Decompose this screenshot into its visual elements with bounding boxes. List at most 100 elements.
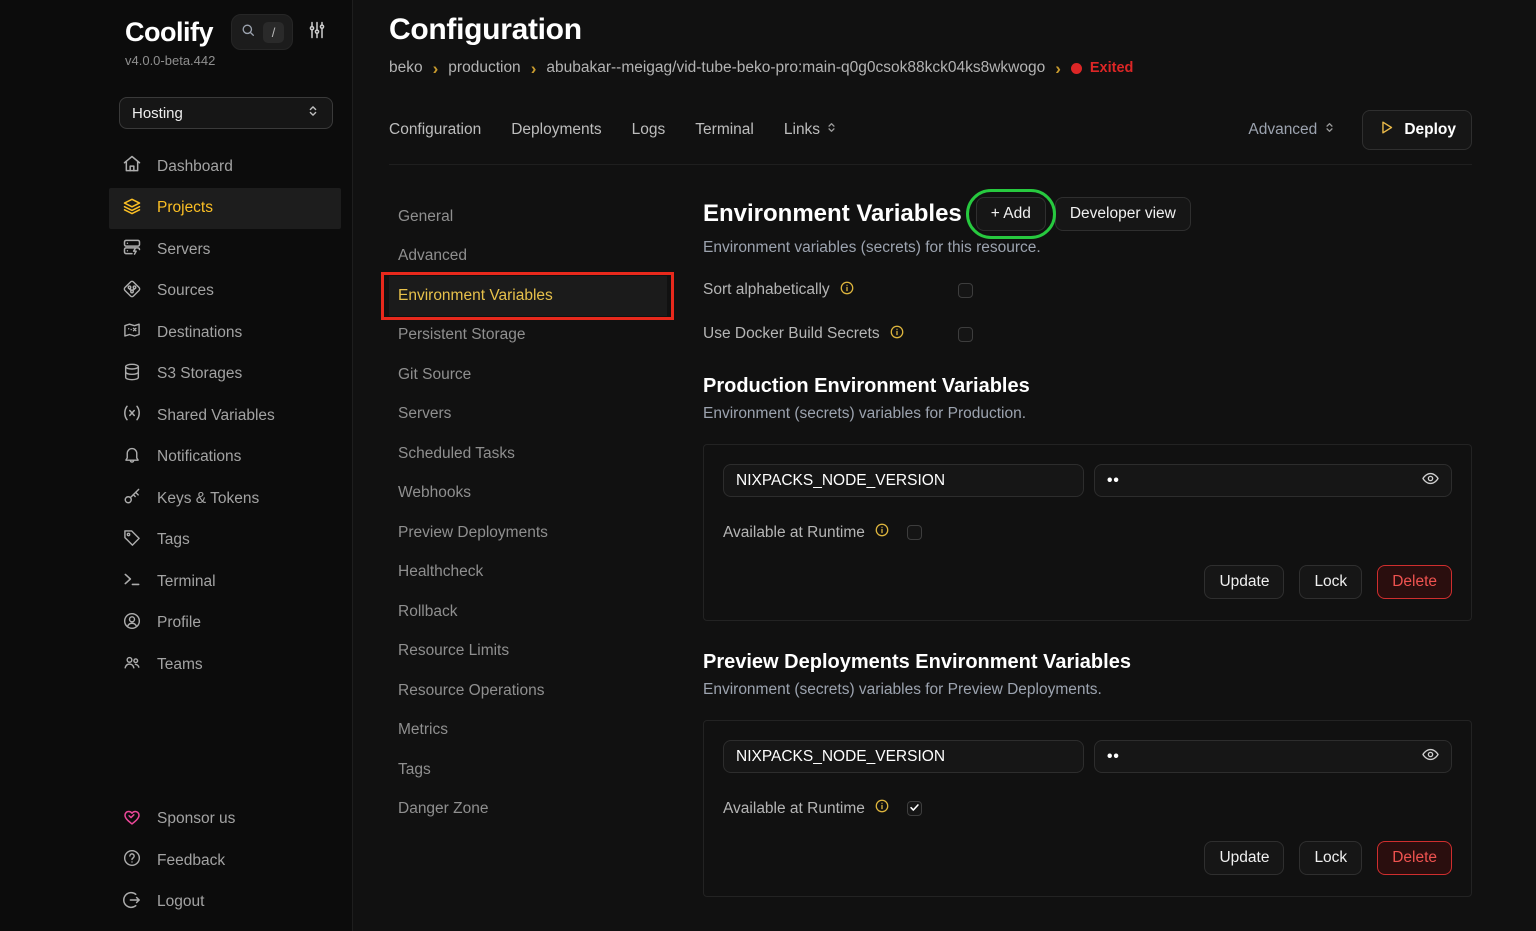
- variable-value-text: ••: [1107, 748, 1120, 766]
- add-variable-button[interactable]: + Add: [976, 197, 1046, 231]
- subnav-item-tags[interactable]: Tags: [389, 750, 667, 790]
- info-icon[interactable]: [874, 798, 890, 819]
- subnav-item-webhooks[interactable]: Webhooks: [389, 474, 667, 514]
- sidebar-item-label: Shared Variables: [157, 407, 275, 425]
- docker-build-secrets-label: Use Docker Build Secrets: [703, 325, 880, 343]
- subnav-item-environment-variables[interactable]: Environment Variables: [389, 276, 667, 316]
- sidebar-item-label: Profile: [157, 614, 201, 632]
- variable-name-input[interactable]: NIXPACKS_NODE_VERSION: [723, 464, 1084, 497]
- map-icon: [122, 320, 142, 345]
- subnav-item-resource-limits[interactable]: Resource Limits: [389, 632, 667, 672]
- search-button[interactable]: /: [231, 14, 293, 50]
- status-badge: Exited: [1071, 60, 1134, 76]
- subnav-item-resource-operations[interactable]: Resource Operations: [389, 671, 667, 711]
- developer-view-button[interactable]: Developer view: [1055, 197, 1191, 231]
- breadcrumb-environment[interactable]: production: [448, 59, 520, 77]
- play-icon: [1378, 119, 1395, 141]
- status-dot-icon: [1071, 63, 1082, 74]
- sidebar-item-projects[interactable]: Projects: [109, 188, 341, 230]
- tab-deployments[interactable]: Deployments: [511, 121, 601, 139]
- panel-subtitle: Environment variables (secrets) for this…: [703, 239, 1472, 257]
- preview-section-title: Preview Deployments Environment Variable…: [703, 651, 1472, 674]
- chevron-updown-icon: [825, 121, 838, 139]
- info-icon[interactable]: [839, 280, 855, 301]
- database-icon: [122, 362, 142, 387]
- sidebar-item-feedback[interactable]: Feedback: [109, 840, 341, 882]
- lock-button[interactable]: Lock: [1299, 565, 1362, 599]
- sidebar-item-shared-variables[interactable]: Shared Variables: [109, 395, 341, 437]
- advanced-dropdown[interactable]: Advanced: [1248, 121, 1336, 139]
- subnav-item-preview-deployments[interactable]: Preview Deployments: [389, 513, 667, 553]
- tab-terminal[interactable]: Terminal: [695, 121, 754, 139]
- subnav-item-metrics[interactable]: Metrics: [389, 711, 667, 751]
- sidebar-item-label: Feedback: [157, 852, 225, 870]
- info-icon[interactable]: [874, 522, 890, 543]
- update-button[interactable]: Update: [1204, 841, 1284, 875]
- environment-variables-panel: Environment Variables + Add Developer vi…: [703, 197, 1472, 897]
- subnav-item-advanced[interactable]: Advanced: [389, 237, 667, 277]
- runtime-label: Available at Runtime: [723, 800, 865, 818]
- chevron-updown-icon: [1323, 121, 1336, 139]
- house-icon: [122, 154, 142, 179]
- question-circle-icon: [122, 848, 142, 873]
- tab-logs[interactable]: Logs: [632, 121, 666, 139]
- sidebar-item-label: Sponsor us: [157, 810, 235, 828]
- update-button[interactable]: Update: [1204, 565, 1284, 599]
- subnav-item-general[interactable]: General: [389, 197, 667, 237]
- subnav-item-danger-zone[interactable]: Danger Zone: [389, 790, 667, 830]
- sidebar-item-label: Logout: [157, 893, 204, 911]
- tab-links-label: Links: [784, 121, 820, 139]
- subnav-item-git-source[interactable]: Git Source: [389, 355, 667, 395]
- delete-button[interactable]: Delete: [1377, 841, 1452, 875]
- subnav-item-persistent-storage[interactable]: Persistent Storage: [389, 316, 667, 356]
- lock-button[interactable]: Lock: [1299, 841, 1362, 875]
- eye-icon[interactable]: [1421, 745, 1440, 769]
- team-select[interactable]: Hosting: [119, 97, 333, 129]
- deploy-button[interactable]: Deploy: [1362, 110, 1472, 150]
- breadcrumb-team[interactable]: beko: [389, 59, 423, 77]
- sort-alphabetically-checkbox[interactable]: [958, 283, 973, 298]
- runtime-checkbox[interactable]: [907, 525, 922, 540]
- app-logo[interactable]: Coolify: [125, 17, 213, 48]
- variable-value-input[interactable]: ••: [1094, 740, 1452, 773]
- breadcrumb-resource[interactable]: abubakar--meigag/vid-tube-beko-pro:main-…: [546, 59, 1045, 77]
- sidebar-item-profile[interactable]: Profile: [109, 603, 341, 645]
- sidebar-item-notifications[interactable]: Notifications: [109, 437, 341, 479]
- variable-name-input[interactable]: NIXPACKS_NODE_VERSION: [723, 740, 1084, 773]
- delete-button[interactable]: Delete: [1377, 565, 1452, 599]
- sidebar-item-label: Projects: [157, 199, 213, 217]
- sidebar-item-terminal[interactable]: Terminal: [109, 561, 341, 603]
- sidebar-item-destinations[interactable]: Destinations: [109, 312, 341, 354]
- status-label: Exited: [1090, 60, 1134, 76]
- sidebar-item-tags[interactable]: Tags: [109, 520, 341, 562]
- check-icon: [909, 800, 920, 818]
- sidebar-item-dashboard[interactable]: Dashboard: [109, 146, 341, 188]
- subnav-item-servers[interactable]: Servers: [389, 395, 667, 435]
- bell-icon: [122, 445, 142, 470]
- settings-sliders-button[interactable]: [307, 20, 327, 45]
- chevron-updown-icon: [306, 104, 320, 122]
- sort-alphabetically-label: Sort alphabetically: [703, 281, 830, 299]
- subnav-item-scheduled-tasks[interactable]: Scheduled Tasks: [389, 434, 667, 474]
- advanced-dropdown-label: Advanced: [1248, 121, 1317, 139]
- info-icon[interactable]: [889, 324, 905, 345]
- subnav-item-rollback[interactable]: Rollback: [389, 592, 667, 632]
- variable-value-input[interactable]: ••: [1094, 464, 1452, 497]
- runtime-row: Available at Runtime: [723, 798, 1452, 819]
- sidebar-item-logout[interactable]: Logout: [109, 882, 341, 924]
- sidebar-item-sponsor-us[interactable]: Sponsor us: [109, 799, 341, 841]
- tab-configuration[interactable]: Configuration: [389, 121, 481, 139]
- sidebar-item-keys-tokens[interactable]: Keys & Tokens: [109, 478, 341, 520]
- sidebar-item-sources[interactable]: Sources: [109, 271, 341, 313]
- sidebar-item-label: S3 Storages: [157, 365, 242, 383]
- sidebar-item-teams[interactable]: Teams: [109, 644, 341, 686]
- sidebar-item-servers[interactable]: Servers: [109, 229, 341, 271]
- eye-icon[interactable]: [1421, 469, 1440, 493]
- tab-links[interactable]: Links: [784, 121, 838, 139]
- docker-build-secrets-checkbox[interactable]: [958, 327, 973, 342]
- subnav-item-healthcheck[interactable]: Healthcheck: [389, 553, 667, 593]
- sidebar-footer-nav: Sponsor us Feedback Logout: [109, 799, 341, 924]
- sidebar-item-s3-storages[interactable]: S3 Storages: [109, 354, 341, 396]
- chevron-right-icon: ›: [433, 60, 439, 77]
- runtime-checkbox-checked[interactable]: [907, 801, 922, 816]
